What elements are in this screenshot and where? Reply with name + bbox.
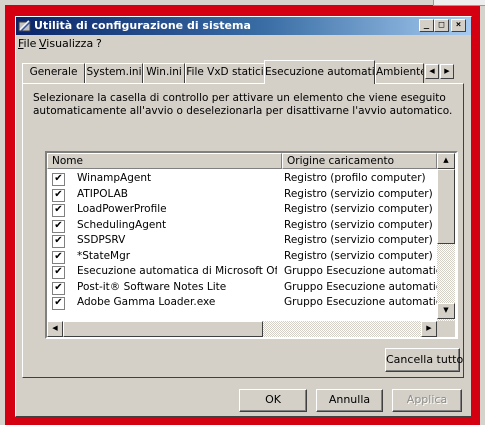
check-icon: ✔: [54, 219, 63, 231]
menu-file[interactable]: File: [18, 37, 36, 51]
row-checkbox[interactable]: ✔: [52, 188, 65, 202]
row-origin: Gruppo Esecuzione automatica: [284, 280, 437, 293]
row-name: WinampAgent: [77, 172, 152, 184]
check-icon: ✔: [54, 173, 63, 184]
check-icon: ✔: [54, 266, 63, 277]
scroll-left-button[interactable]: ◀: [47, 321, 63, 337]
row-name: ATIPOLAB: [77, 187, 128, 200]
list-item[interactable]: ✔ WinampAgent Registro (profilo computer): [47, 171, 437, 186]
column-header-name[interactable]: Nome: [47, 153, 282, 169]
list-item[interactable]: ✔ LoadPowerProfile Registro (servizio comp…: [47, 202, 437, 217]
tab-scroll-right-button[interactable]: ▶: [440, 64, 454, 79]
list-item[interactable]: ✔ SchedulingAgent Registro (servizio compu…: [47, 218, 437, 233]
check-icon: ✔: [54, 281, 63, 293]
scroll-right-button[interactable]: ▶: [421, 321, 437, 337]
check-icon: ✔: [54, 250, 63, 262]
row-checkbox[interactable]: ✔: [52, 219, 65, 233]
row-name: SchedulingAgent: [77, 218, 167, 231]
scroll-down-button[interactable]: ▼: [437, 303, 455, 319]
list-item[interactable]: ✔ Adobe Gamma Loader.exe Gruppo Esecuzione…: [47, 295, 437, 310]
cancel-button[interactable]: Annulla: [316, 389, 383, 412]
tab-esecuzione-automatica[interactable]: Esecuzione automatica: [264, 60, 375, 84]
row-checkbox[interactable]: ✔: [52, 281, 65, 295]
row-checkbox[interactable]: ✔: [52, 173, 65, 186]
tab-system-ini[interactable]: System.ini: [85, 63, 143, 83]
row-origin: Gruppo Esecuzione automatica: [284, 265, 437, 277]
row-origin: Registro (profilo computer): [284, 172, 426, 184]
minimize-button[interactable]: _: [419, 19, 434, 32]
row-checkbox[interactable]: ✔: [52, 235, 65, 248]
window-title: Utilità di configurazione di sistema: [34, 19, 251, 32]
maximize-button[interactable]: □: [434, 19, 449, 32]
row-origin: Registro (servizio computer): [284, 249, 433, 262]
list-item[interactable]: ✔ SSDPSRV Registro (servizio computer): [47, 233, 437, 248]
scrollbar-corner: [437, 321, 455, 337]
vertical-scroll-thumb[interactable]: [437, 169, 455, 244]
row-checkbox[interactable]: ✔: [52, 266, 65, 279]
tab-scroll-left-button[interactable]: ◀: [425, 64, 439, 79]
row-name: LoadPowerProfile: [77, 203, 167, 215]
row-origin: Registro (servizio computer): [284, 218, 433, 231]
tab-generale[interactable]: Generale: [22, 63, 85, 83]
row-origin: Gruppo Esecuzione automatica: [284, 296, 437, 308]
list-item[interactable]: ✔ Esecuzione automatica di Microsoft Offi…: [47, 264, 437, 279]
tab-win-ini[interactable]: Win.ini: [143, 63, 185, 83]
scroll-up-button[interactable]: ▲: [437, 153, 455, 169]
menu-visualizza[interactable]: Visualizza: [39, 37, 93, 51]
list-item[interactable]: ✔ Post-it® Software Notes Lite Gruppo Esec…: [47, 280, 437, 295]
row-origin: Registro (servizio computer): [284, 187, 433, 200]
sysconfig-app-icon: [18, 20, 31, 32]
close-button[interactable]: ×: [451, 19, 466, 32]
clear-all-button[interactable]: Cancella tutto: [385, 348, 463, 372]
apply-button[interactable]: Applica: [392, 389, 462, 412]
corner-decoration: [433, 0, 485, 6]
row-origin: Registro (servizio computer): [284, 234, 433, 246]
row-origin: Registro (servizio computer): [284, 203, 433, 215]
check-icon: ✔: [54, 235, 63, 246]
list-item[interactable]: ✔ ATIPOLAB Registro (servizio computer): [47, 187, 437, 202]
ok-button[interactable]: OK: [239, 389, 307, 412]
row-checkbox[interactable]: ✔: [52, 250, 65, 264]
horizontal-scroll-thumb[interactable]: [63, 321, 263, 337]
check-icon: ✔: [54, 297, 63, 308]
check-icon: ✔: [54, 204, 63, 215]
description-text: Selezionare la casella di controllo per …: [33, 92, 453, 117]
row-name: Post-it® Software Notes Lite: [77, 280, 227, 293]
menu-help[interactable]: ?: [96, 37, 102, 51]
row-checkbox[interactable]: ✔: [52, 204, 65, 217]
check-icon: ✔: [54, 188, 63, 200]
row-name: *StateMgr: [77, 249, 131, 262]
row-checkbox[interactable]: ✔: [52, 297, 65, 310]
tab-file-vxd-statici[interactable]: File VxD statici: [185, 63, 265, 83]
row-name: SSDPSRV: [77, 234, 126, 246]
tab-ambiente[interactable]: Ambiente: [375, 63, 424, 83]
row-name: Adobe Gamma Loader.exe: [77, 296, 216, 308]
list-item[interactable]: ✔ *StateMgr Registro (servizio computer): [47, 249, 437, 264]
column-header-origin[interactable]: Origine caricamento: [282, 153, 437, 169]
row-name: Esecuzione automatica di Microsoft Offic…: [77, 265, 277, 277]
